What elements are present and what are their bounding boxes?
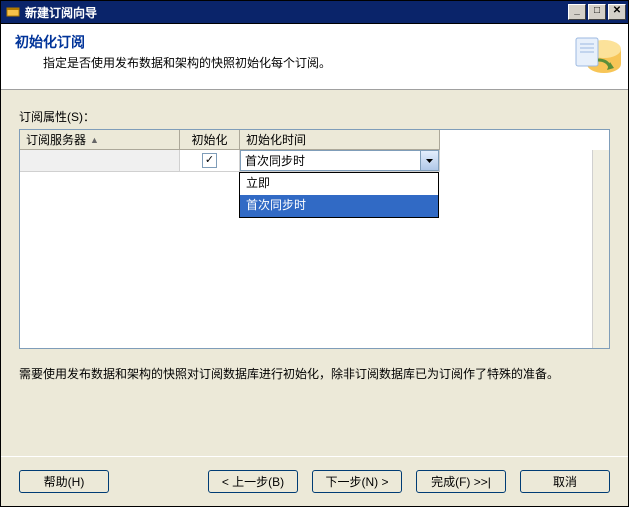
subscription-grid: 订阅服务器 ▲ 初始化 初始化时间 ✓	[19, 129, 610, 349]
header-graphic-icon	[572, 32, 622, 82]
grid-header-row: 订阅服务器 ▲ 初始化 初始化时间	[20, 130, 609, 150]
window-title: 新建订阅向导	[25, 4, 568, 21]
content-area: 订阅属性(S)： 订阅服务器 ▲ 初始化 初始化时间	[1, 90, 628, 456]
combo-selected-value: 首次同步时	[241, 152, 420, 169]
col-header-time[interactable]: 初始化时间	[240, 130, 440, 150]
init-checkbox[interactable]: ✓	[202, 153, 217, 168]
cell-server[interactable]	[20, 150, 180, 172]
combo-dropdown-button[interactable]	[420, 151, 438, 170]
col-header-server-label: 订阅服务器	[26, 131, 86, 148]
properties-label: 订阅属性(S)：	[19, 108, 610, 125]
wizard-window: 新建订阅向导 _ □ ✕ 初始化订阅 指定是否使用发布数据和架构的快照初始化每个…	[0, 0, 629, 507]
col-header-init-label: 初始化	[191, 131, 227, 148]
col-header-time-label: 初始化时间	[246, 131, 306, 148]
grid-vertical-scrollbar[interactable]	[592, 150, 609, 348]
button-bar: 帮助(H) < 上一步(B) 下一步(N) > 完成(F) >>| 取消	[1, 456, 628, 506]
page-subtitle: 指定是否使用发布数据和架构的快照初始化每个订阅。	[43, 54, 614, 71]
init-time-dropdown-list[interactable]: 立即 首次同步时	[239, 172, 439, 218]
checkmark-icon: ✓	[205, 155, 214, 166]
cell-time[interactable]: 首次同步时	[240, 150, 440, 172]
next-button[interactable]: 下一步(N) >	[312, 470, 402, 493]
window-controls: _ □ ✕	[568, 2, 628, 22]
page-title: 初始化订阅	[15, 32, 614, 52]
maximize-button[interactable]: □	[588, 4, 606, 20]
header-panel: 初始化订阅 指定是否使用发布数据和架构的快照初始化每个订阅。	[1, 24, 628, 90]
chevron-down-icon	[426, 159, 433, 163]
grid-row: ✓ 首次同步时	[20, 150, 609, 172]
init-time-combobox[interactable]: 首次同步时	[240, 150, 439, 171]
dropdown-option-immediate[interactable]: 立即	[240, 173, 438, 195]
back-button[interactable]: < 上一步(B)	[208, 470, 298, 493]
app-icon	[5, 4, 21, 20]
col-header-init[interactable]: 初始化	[180, 130, 240, 150]
titlebar[interactable]: 新建订阅向导 _ □ ✕	[1, 1, 628, 24]
sort-asc-icon: ▲	[90, 135, 99, 145]
cancel-button[interactable]: 取消	[520, 470, 610, 493]
close-button[interactable]: ✕	[608, 4, 626, 20]
minimize-button[interactable]: _	[568, 4, 586, 20]
col-header-server[interactable]: 订阅服务器 ▲	[20, 130, 180, 150]
finish-button[interactable]: 完成(F) >>|	[416, 470, 506, 493]
cell-init[interactable]: ✓	[180, 150, 240, 172]
footer-note: 需要使用发布数据和架构的快照对订阅数据库进行初始化，除非订阅数据库已为订阅作了特…	[19, 365, 610, 382]
help-button[interactable]: 帮助(H)	[19, 470, 109, 493]
dropdown-option-first-sync[interactable]: 首次同步时	[240, 195, 438, 217]
